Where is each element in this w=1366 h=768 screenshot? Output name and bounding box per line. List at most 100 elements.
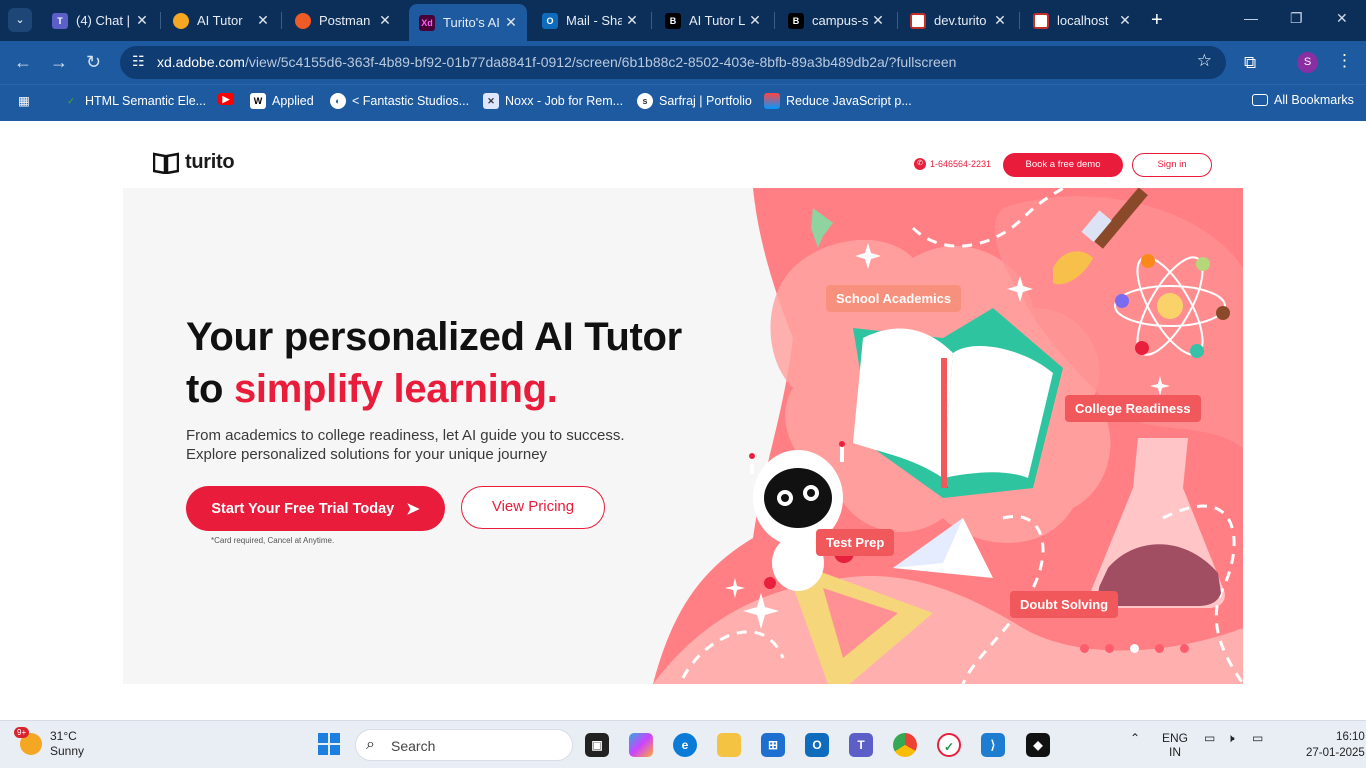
carousel-dot[interactable] bbox=[1105, 644, 1114, 653]
w3-icon: ✓ bbox=[67, 96, 75, 106]
tab-localhost[interactable]: localhost ✕ bbox=[1023, 6, 1141, 35]
globe-icon: ◐ bbox=[330, 93, 346, 109]
teams-icon: T bbox=[52, 12, 68, 29]
book-demo-button[interactable]: Book a free demo bbox=[1003, 153, 1123, 177]
all-bookmarks[interactable]: All Bookmarks bbox=[1252, 93, 1354, 107]
system-clock[interactable]: 16:10 27-01-2025 bbox=[1306, 729, 1365, 761]
menu-icon[interactable]: ⋮ bbox=[1336, 51, 1353, 71]
carousel-pagination bbox=[1080, 644, 1189, 653]
pill-college-readiness: College Readiness bbox=[1065, 395, 1201, 422]
tab-strip: ⌄ T (4) Chat | ✕ AI Tutor ✕ Postman ✕ Xd… bbox=[0, 0, 1366, 41]
carousel-dot[interactable] bbox=[1180, 644, 1189, 653]
tab-mail[interactable]: O Mail - Sha ✕ bbox=[532, 6, 648, 35]
postman-icon bbox=[295, 12, 311, 29]
restore-icon[interactable]: ❐ bbox=[1290, 10, 1303, 27]
close-tab-icon[interactable]: ✕ bbox=[132, 12, 152, 29]
taskbar-search[interactable]: ⌕ Search bbox=[355, 729, 573, 761]
bookmark-html-semantic[interactable]: ✓ HTML Semantic Ele... bbox=[63, 93, 206, 109]
reload-icon[interactable]: ↻ bbox=[86, 52, 101, 73]
edge-icon[interactable]: e bbox=[673, 733, 697, 757]
close-tab-icon[interactable]: ✕ bbox=[501, 14, 521, 31]
tray-chevron-icon[interactable]: ⌃ bbox=[1130, 731, 1140, 745]
back-icon[interactable]: ← bbox=[14, 52, 32, 73]
forward-icon[interactable]: → bbox=[50, 52, 68, 73]
close-tab-icon[interactable]: ✕ bbox=[745, 12, 765, 29]
close-tab-icon[interactable]: ✕ bbox=[868, 12, 888, 29]
turito-book-icon bbox=[1033, 12, 1049, 29]
new-tab-icon[interactable]: + bbox=[1151, 9, 1163, 32]
turito-book-icon bbox=[910, 12, 926, 29]
send-arrow-icon: ➤ bbox=[406, 500, 420, 518]
address-bar[interactable]: ☷ xd.adobe.com/view/5c4155d6-363f-4b89-b… bbox=[120, 46, 1226, 79]
carousel-dot-active[interactable] bbox=[1130, 644, 1139, 653]
b-icon: B bbox=[665, 12, 681, 29]
apps-icon[interactable]: ▦ bbox=[18, 93, 30, 108]
tab-search-icon[interactable]: ⌄ bbox=[8, 8, 32, 32]
b-icon: B bbox=[788, 12, 804, 29]
tab-chat[interactable]: T (4) Chat | ✕ bbox=[42, 6, 158, 35]
xd-artboard: School Academics College Readiness Test … bbox=[123, 121, 1243, 684]
windows-start-icon[interactable] bbox=[318, 733, 340, 755]
bookmark-applied[interactable]: W Applied bbox=[250, 93, 314, 109]
extensions-icon[interactable]: ⧉ bbox=[1244, 53, 1256, 73]
tab-campus[interactable]: B campus-s ✕ bbox=[778, 6, 894, 35]
bookmark-star-icon[interactable]: ☆ bbox=[1197, 51, 1212, 71]
task-view-icon[interactable]: ▣ bbox=[585, 733, 609, 757]
browser-toolbar: ← → ↻ ☷ xd.adobe.com/view/5c4155d6-363f-… bbox=[0, 41, 1366, 84]
tab-turito-active[interactable]: Xd Turito's AI ✕ bbox=[409, 4, 527, 41]
view-pricing-button[interactable]: View Pricing bbox=[461, 486, 605, 529]
tab-dev-turito[interactable]: dev.turito ✕ bbox=[900, 6, 1016, 35]
outlook-icon[interactable]: O bbox=[805, 733, 829, 757]
start-free-trial-button[interactable]: Start Your Free Trial Today ➤ bbox=[186, 486, 445, 531]
tab-ai-tutor-l[interactable]: B AI Tutor L ✕ bbox=[655, 6, 771, 35]
hero-subtitle: From academics to college readiness, let… bbox=[186, 427, 625, 463]
hero-headline: Your personalized AI Tutor to simplify l… bbox=[186, 315, 682, 411]
tick-app-icon[interactable]: ✓ bbox=[937, 733, 961, 757]
ai-tutor-icon bbox=[173, 12, 189, 29]
windows-taskbar: 9+ 31°C Sunny ⌕ Search ▣ e ⊞ O T ✓ ⟩ ◆ ⌃ … bbox=[0, 720, 1366, 768]
chrome-icon[interactable] bbox=[893, 733, 917, 757]
site-settings-icon[interactable]: ☷ bbox=[132, 53, 145, 70]
sign-in-button[interactable]: Sign in bbox=[1132, 153, 1212, 177]
close-tab-icon[interactable]: ✕ bbox=[1115, 12, 1135, 29]
file-explorer-icon[interactable] bbox=[717, 733, 741, 757]
volume-muted-icon[interactable]: 🕨 bbox=[1227, 731, 1235, 746]
adobe-xd-icon: Xd bbox=[419, 14, 435, 31]
url-text[interactable]: xd.adobe.com/view/5c4155d6-363f-4b89-bf9… bbox=[157, 54, 956, 70]
tab-ai-tutor[interactable]: AI Tutor ✕ bbox=[163, 6, 279, 35]
bookmark-noxx[interactable]: ✕ Noxx - Job for Rem... bbox=[483, 93, 623, 109]
bookmark-fantastic-studios[interactable]: ◐ < Fantastic Studios... bbox=[330, 93, 469, 109]
weather-widget[interactable]: 9+ 31°C Sunny bbox=[14, 727, 84, 759]
vscode-icon[interactable]: ⟩ bbox=[981, 733, 1005, 757]
teams-icon[interactable]: T bbox=[849, 733, 873, 757]
close-tab-icon[interactable]: ✕ bbox=[253, 12, 273, 29]
carousel-dot[interactable] bbox=[1155, 644, 1164, 653]
noxx-icon: ✕ bbox=[483, 93, 499, 109]
language-indicator[interactable]: ENG IN bbox=[1162, 731, 1188, 759]
pill-school-academics: School Academics bbox=[826, 285, 962, 312]
carousel-dot[interactable] bbox=[1080, 644, 1089, 653]
copilot-icon[interactable] bbox=[629, 733, 653, 757]
bookmarks-bar: ▦ ✓ HTML Semantic Ele... ▶ W Applied ◐ < Fa… bbox=[0, 84, 1366, 121]
site-header: turito ✆ 1-646564-2231 Book a free demo … bbox=[123, 121, 1243, 188]
close-window-icon[interactable]: ✕ bbox=[1336, 10, 1348, 27]
bookmark-portfolio[interactable]: s Sarfraj | Portfolio bbox=[637, 93, 752, 109]
close-tab-icon[interactable]: ✕ bbox=[622, 12, 642, 29]
bookmark-reduce-js[interactable]: Reduce JavaScript p... bbox=[764, 93, 912, 109]
close-tab-icon[interactable]: ✕ bbox=[990, 12, 1010, 29]
network-icon[interactable]: ▭ bbox=[1204, 731, 1215, 745]
battery-icon[interactable]: ▭ bbox=[1252, 731, 1263, 745]
hero-illustration bbox=[653, 188, 1243, 684]
turito-logo[interactable]: turito bbox=[153, 151, 235, 174]
pill-test-prep: Test Prep bbox=[816, 529, 895, 556]
phone-number[interactable]: ✆ 1-646564-2231 bbox=[914, 158, 991, 170]
microsoft-store-icon[interactable]: ⊞ bbox=[761, 733, 785, 757]
portfolio-icon: s bbox=[637, 93, 653, 109]
tab-postman[interactable]: Postman ✕ bbox=[285, 6, 401, 35]
app-icon[interactable]: ◆ bbox=[1026, 733, 1050, 757]
minimize-icon[interactable]: — bbox=[1244, 10, 1258, 26]
sun-icon: 9+ bbox=[14, 727, 42, 755]
bookmark-youtube[interactable]: ▶ bbox=[218, 93, 240, 105]
close-tab-icon[interactable]: ✕ bbox=[375, 12, 395, 29]
profile-avatar[interactable]: S bbox=[1297, 52, 1318, 73]
